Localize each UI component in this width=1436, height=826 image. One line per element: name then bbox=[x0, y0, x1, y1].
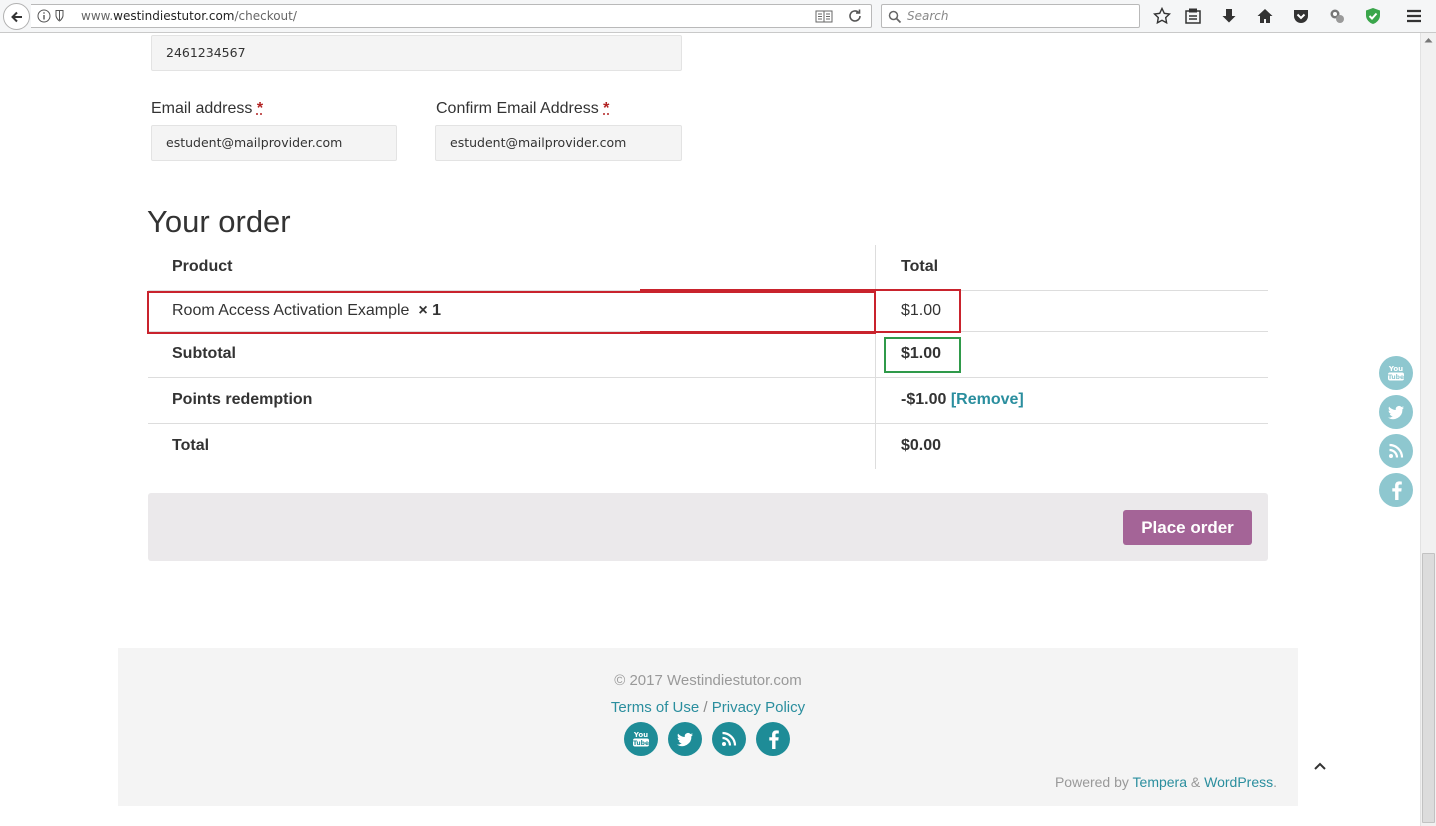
place-order-panel: Place order bbox=[148, 493, 1268, 561]
extension-icon[interactable] bbox=[1327, 6, 1347, 26]
page-scrollbar[interactable] bbox=[1420, 33, 1436, 826]
url-text: www.westindiestutor.com/checkout/ bbox=[81, 9, 297, 23]
scroll-to-top-icon[interactable] bbox=[1312, 758, 1328, 774]
svg-text:You: You bbox=[633, 731, 648, 739]
confirm-email-label: Confirm Email Address * bbox=[436, 100, 610, 117]
download-icon[interactable] bbox=[1219, 6, 1239, 26]
back-arrow-icon bbox=[10, 11, 22, 22]
youtube-icon[interactable]: You Tube bbox=[1379, 356, 1413, 390]
table-row-divider bbox=[148, 377, 1268, 378]
email-label: Email address * bbox=[151, 100, 264, 117]
svg-text:Tube: Tube bbox=[633, 740, 649, 747]
table-row-divider bbox=[148, 423, 1268, 424]
total-label: Total bbox=[172, 437, 210, 454]
highlight-box-red bbox=[640, 289, 961, 333]
bookmarks-library-icon[interactable] bbox=[1183, 6, 1203, 26]
remove-points-link[interactable]: [Remove] bbox=[951, 391, 1024, 408]
site-info-icon[interactable] bbox=[37, 9, 67, 26]
scrollbar-thumb[interactable] bbox=[1422, 553, 1435, 823]
browser-toolbar: www.westindiestutor.com/checkout/ Search bbox=[0, 0, 1436, 33]
facebook-icon[interactable] bbox=[1379, 473, 1413, 507]
youtube-icon[interactable]: You Tube bbox=[624, 722, 658, 756]
site-footer: © 2017 Westindiestutor.com Terms of Use … bbox=[118, 648, 1298, 806]
subtotal-label: Subtotal bbox=[172, 345, 236, 362]
pocket-icon[interactable] bbox=[1291, 6, 1311, 26]
table-column-divider bbox=[875, 245, 876, 469]
scroll-up-arrow-icon[interactable] bbox=[1424, 37, 1433, 43]
total-value: $0.00 bbox=[901, 437, 942, 454]
reload-icon[interactable] bbox=[847, 8, 863, 27]
reader-view-icon[interactable] bbox=[815, 8, 833, 27]
terms-of-use-link[interactable]: Terms of Use bbox=[611, 699, 699, 716]
wordpress-link[interactable]: WordPress bbox=[1204, 774, 1273, 790]
privacy-policy-link[interactable]: Privacy Policy bbox=[712, 699, 805, 716]
order-heading: Your order bbox=[147, 204, 291, 239]
rss-icon[interactable] bbox=[712, 722, 746, 756]
column-header-product: Product bbox=[172, 258, 233, 275]
copyright-text: © 2017 Westindiestutor.com bbox=[614, 672, 802, 689]
email-field[interactable]: estudent@mailprovider.com bbox=[151, 125, 397, 161]
search-bar[interactable]: Search bbox=[881, 4, 1140, 28]
menu-icon[interactable] bbox=[1404, 6, 1424, 26]
confirm-email-field[interactable]: estudent@mailprovider.com bbox=[435, 125, 682, 161]
rss-icon[interactable] bbox=[1379, 434, 1413, 468]
bookmark-star-icon[interactable] bbox=[1152, 6, 1172, 26]
shield-check-icon[interactable] bbox=[1363, 6, 1383, 26]
place-order-button[interactable]: Place order bbox=[1123, 510, 1252, 545]
twitter-icon[interactable] bbox=[668, 722, 702, 756]
search-icon bbox=[888, 9, 902, 28]
highlight-box-green bbox=[884, 337, 961, 373]
required-marker: * bbox=[603, 100, 610, 117]
tempera-link[interactable]: Tempera bbox=[1133, 774, 1187, 790]
points-redemption-label: Points redemption bbox=[172, 391, 313, 408]
url-bar[interactable]: www.westindiestutor.com/checkout/ bbox=[31, 4, 872, 28]
svg-text:You: You bbox=[1388, 365, 1403, 373]
link-separator: / bbox=[703, 699, 708, 716]
twitter-icon[interactable] bbox=[1379, 395, 1413, 429]
footer-links: Terms of Use / Privacy Policy bbox=[118, 699, 1298, 716]
facebook-icon[interactable] bbox=[756, 722, 790, 756]
svg-text:Tube: Tube bbox=[1388, 374, 1404, 381]
powered-by-text: Powered by Tempera & WordPress. bbox=[1054, 774, 1277, 790]
column-header-total: Total bbox=[901, 258, 939, 275]
search-placeholder: Search bbox=[907, 9, 949, 23]
home-icon[interactable] bbox=[1255, 6, 1275, 26]
required-marker: * bbox=[256, 100, 264, 117]
back-button[interactable] bbox=[3, 3, 30, 30]
points-redemption-value: -$1.00 [Remove] bbox=[901, 391, 1024, 408]
phone-field[interactable]: 2461234567 bbox=[151, 35, 682, 71]
